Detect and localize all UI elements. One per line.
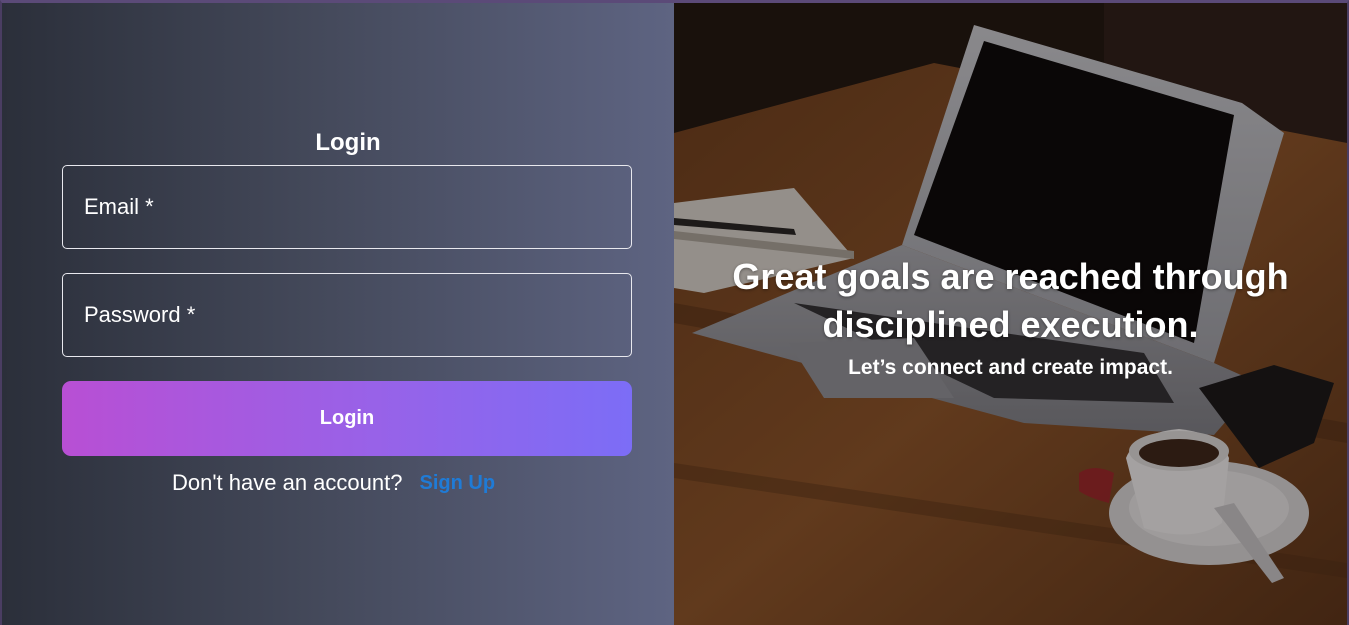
email-field[interactable]: Email * bbox=[62, 165, 632, 249]
hero-subtext: Let’s connect and create impact. bbox=[848, 356, 1173, 379]
password-label: Password * bbox=[84, 302, 196, 327]
login-button[interactable]: Login bbox=[62, 381, 632, 456]
signup-prompt: Don't have an account? bbox=[172, 470, 403, 495]
email-label: Email * bbox=[84, 194, 154, 219]
hero-headline-line2: disciplined execution. bbox=[822, 304, 1199, 345]
login-page: Login Email * Password * Login Don't hav… bbox=[0, 0, 1349, 625]
hero-panel: Great goals are reached through discipli… bbox=[674, 3, 1347, 625]
login-title: Login bbox=[315, 129, 381, 156]
hero-headline: Great goals are reached through discipli… bbox=[674, 253, 1347, 349]
hero-headline-line1: Great goals are reached through bbox=[732, 256, 1289, 297]
signup-row: Don't have an account? Sign Up bbox=[172, 468, 572, 498]
login-panel: Login Email * Password * Login Don't hav… bbox=[2, 3, 674, 625]
password-field[interactable]: Password * bbox=[62, 273, 632, 357]
signup-link[interactable]: Sign Up bbox=[419, 472, 495, 495]
